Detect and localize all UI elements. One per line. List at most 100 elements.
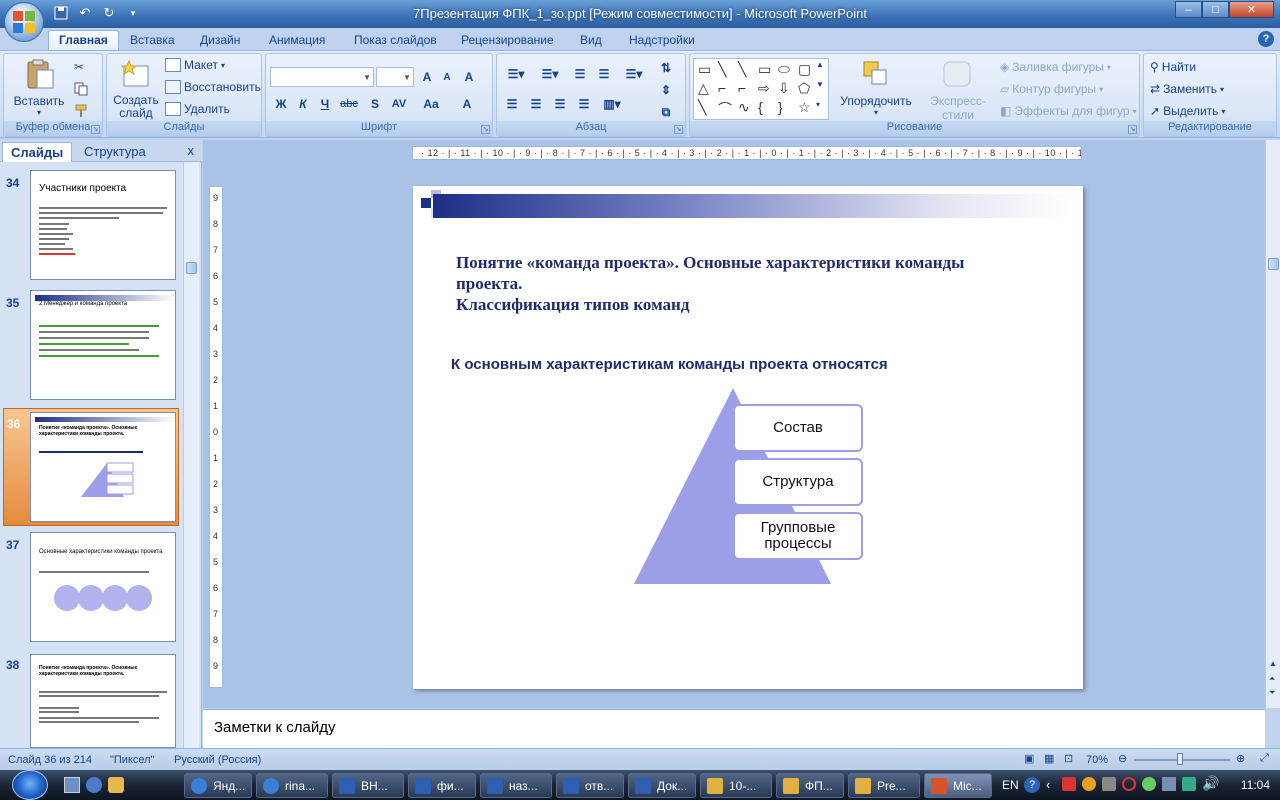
taskbar-item[interactable]: фи... [408,773,476,798]
arrange-button[interactable]: Упорядочить ▾ [832,58,920,117]
new-slide-button[interactable]: Создать слайд [111,58,161,120]
main-scrollbar[interactable]: ▲ ⏶ ⏷ [1265,140,1280,708]
zoom-in-icon[interactable]: ⊕ [1236,752,1245,765]
pyramid-item[interactable]: Групповые процессы [733,512,863,560]
find-button[interactable]: ⚲ Найти [1150,60,1196,74]
help-icon[interactable]: ? [1024,777,1040,793]
italic-button[interactable]: К [292,94,314,114]
textbox-shape-icon[interactable]: ▭ [698,61,711,78]
slide-thumbnail[interactable]: Участники проекта [30,170,176,280]
prev-slide-icon[interactable]: ⏶ [1269,674,1275,684]
pentagon-shape-icon[interactable]: ⬠ [798,80,810,97]
clock[interactable]: 11:04 [1241,778,1270,792]
zoom-slider-knob[interactable] [1177,753,1183,765]
brace-shape-icon[interactable]: { [758,99,763,115]
close-panel-icon[interactable]: x [188,143,195,158]
start-button[interactable] [12,770,48,800]
zoom-level[interactable]: 70% [1086,754,1108,766]
reset-button[interactable]: Восстановить [165,80,261,94]
bold-button[interactable]: Ж [270,94,292,114]
pyramid-item[interactable]: Структура [733,458,863,506]
taskbar-item[interactable]: rina... [256,773,328,798]
bullets-icon[interactable]: ☰▾ [501,64,531,84]
opera-icon[interactable] [1122,777,1136,791]
tab-slides[interactable]: Слайды [2,142,73,162]
clear-format-button[interactable]: A [458,67,480,87]
zoom-out-icon[interactable]: ⊖ [1118,752,1127,765]
next-slide-icon[interactable]: ⏷ [1269,688,1275,698]
slide-thumbnail-selected[interactable]: Понятие «команда проекта». Основные хара… [30,412,176,522]
tab-view[interactable]: Вид [580,31,602,50]
taskbar-item-active[interactable]: Mic... [924,773,992,798]
tab-addins[interactable]: Надстройки [629,31,695,50]
maximize-button[interactable]: □ [1202,1,1229,18]
tab-outline[interactable]: Структура [76,142,154,162]
tab-design[interactable]: Дизайн [200,31,240,50]
line-spacing-icon[interactable]: ☰▾ [619,64,649,84]
char-spacing-button[interactable]: AV [388,94,410,114]
change-case-button[interactable]: Aa [420,94,442,114]
shape-effects-button[interactable]: ◧ Эффекты для фигур ▾ [1000,104,1137,118]
brace-shape-icon[interactable]: } [778,99,783,115]
shapes-scroll-down-icon[interactable]: ▼ [816,80,824,89]
slide-title[interactable]: Понятие «команда проекта». Основные хара… [456,252,1056,315]
select-button[interactable]: ➚ Выделить ▾ [1150,104,1225,118]
text-direction-icon[interactable]: ⇅ [655,58,677,78]
arc-shape-icon[interactable]: ⌒ [718,99,732,119]
paste-button[interactable]: Вставить ▾ [12,58,66,117]
show-desktop-icon[interactable] [64,777,80,793]
format-painter-icon[interactable] [74,104,88,118]
taskbar-item[interactable]: отв... [556,773,624,798]
decrease-indent-icon[interactable]: ☰ [569,64,591,84]
cut-icon[interactable]: ✂ [74,60,84,74]
taskbar-item[interactable]: ВН... [332,773,404,798]
paragraph-launcher-icon[interactable]: ↘ [674,125,683,134]
font-name-field[interactable]: ▼ [270,67,374,87]
help-icon[interactable]: ? [1258,31,1274,47]
tab-review[interactable]: Рецензирование [461,31,554,50]
slide-thumbnail[interactable]: Понятие «команда проекта». Основные хара… [30,654,176,748]
minimize-button[interactable]: – [1175,1,1202,18]
slideshow-view-icon[interactable]: ⊡ [1064,752,1073,765]
drawing-launcher-icon[interactable]: ↘ [1128,125,1137,134]
scrollbar-thumb[interactable] [186,262,197,274]
rounded-rect-shape-icon[interactable]: ▢ [798,61,811,78]
copy-icon[interactable] [74,82,88,96]
tray-chevron-icon[interactable]: ‹ [1046,777,1050,792]
notes-pane[interactable]: Заметки к слайду [203,709,1265,748]
delete-slide-button[interactable]: Удалить [165,102,230,116]
tray-app-icon[interactable] [1142,777,1156,791]
shrink-font-button[interactable]: A [436,67,458,87]
scrollbar-thumb[interactable] [1268,258,1279,270]
curve-shape-icon[interactable]: ╲ [698,99,706,116]
clipboard-launcher-icon[interactable]: ↘ [91,125,100,134]
network-icon[interactable] [1182,777,1196,791]
tab-slideshow[interactable]: Показ слайдов [354,31,437,50]
wave-shape-icon[interactable]: ∿ [738,99,750,116]
rectangle-shape-icon[interactable]: ▭ [758,61,771,78]
align-left-icon[interactable]: ☰ [501,94,523,114]
slide-sorter-icon[interactable]: ▦ [1044,752,1054,765]
shadow-button[interactable]: S [364,94,386,114]
pyramid-item[interactable]: Состав [733,404,863,452]
replace-button[interactable]: ⇄ Заменить ▾ [1150,82,1224,96]
taskbar-item[interactable]: Док... [628,773,696,798]
taskbar-item[interactable]: Янд... [184,773,252,798]
strikethrough-button[interactable]: abc [338,94,360,114]
tab-insert[interactable]: Вставка [130,31,175,50]
taskbar-item[interactable]: Pre... [848,773,920,798]
font-size-field[interactable]: ▼ [376,67,414,87]
tray-app-icon[interactable] [1082,777,1096,791]
star-shape-icon[interactable]: ☆ [798,99,811,116]
taskbar-item[interactable]: наз... [480,773,552,798]
line-shape-icon[interactable]: ╲ [718,61,726,78]
slide-thumbnail[interactable]: 2.Менеджер и команда проекта [30,290,176,400]
font-color-button[interactable]: A [456,94,478,114]
shapes-scroll-up-icon[interactable]: ▲ [816,60,824,69]
arrow-down-shape-icon[interactable]: ⇩ [778,80,790,97]
grow-font-button[interactable]: A [416,67,438,87]
tray-app-icon[interactable] [1162,777,1176,791]
quick-styles-button[interactable]: Экспресс-стили [918,58,998,122]
increase-indent-icon[interactable]: ☰ [593,64,615,84]
ie-icon[interactable] [86,777,102,793]
